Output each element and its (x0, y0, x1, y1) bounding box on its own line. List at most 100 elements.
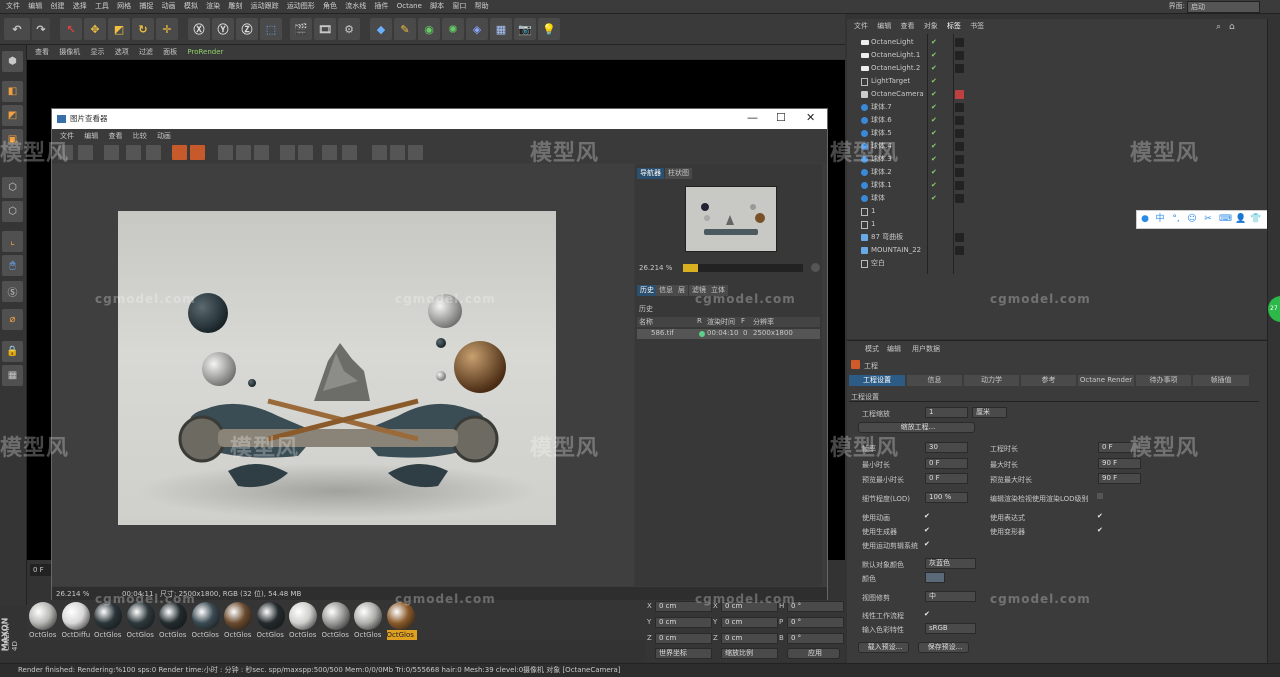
tag-icon[interactable] (955, 64, 964, 73)
home-icon[interactable]: ⌂ (1229, 22, 1235, 32)
object-row[interactable]: LightTarget ✔ (849, 75, 1259, 88)
transform-icon[interactable]: ✛ (156, 18, 178, 40)
linear-check-icon[interactable]: ✔ (924, 610, 930, 618)
am-menu-edit[interactable]: 编辑 (887, 344, 901, 354)
om-menu-file[interactable]: 文件 (854, 19, 868, 33)
object-row[interactable]: 球体.2 ✔ (849, 166, 1259, 179)
render-picture-viewer-icon[interactable]: 🎞 (314, 18, 336, 40)
default-color-select[interactable]: 灰蓝色 (925, 558, 976, 569)
swap-icon[interactable] (146, 145, 161, 160)
check-icon[interactable]: ✔ (931, 179, 937, 192)
render-region-icon[interactable] (190, 145, 205, 160)
ime-punct-icon[interactable]: °, (1171, 213, 1181, 225)
pv-menu-compare[interactable]: 比较 (133, 130, 147, 142)
tab-info[interactable]: 信息 (907, 375, 962, 386)
z-axis-icon[interactable]: Ⓩ (236, 18, 258, 40)
object-row[interactable]: 球体 ✔ (849, 192, 1259, 205)
check-icon[interactable]: ✔ (931, 153, 937, 166)
check-icon[interactable]: ✔ (931, 192, 937, 205)
nav-zoom-value[interactable]: 26.214 % (639, 264, 672, 272)
material-item[interactable]: OctDiffu (61, 602, 91, 640)
scale-input[interactable]: 1 (925, 407, 968, 418)
object-row[interactable]: 空白 (849, 257, 1259, 270)
size-select[interactable]: 缩放比例 (721, 648, 778, 659)
use-motion-check-icon[interactable]: ✔ (924, 540, 930, 548)
tab-reference[interactable]: 参考 (1021, 375, 1076, 386)
menu-edit[interactable]: 编辑 (28, 0, 42, 13)
menu-script[interactable]: 脚本 (430, 0, 444, 13)
ime-chinese-icon[interactable]: 中 (1155, 213, 1165, 225)
redo-icon[interactable]: ↷ (32, 18, 50, 40)
load-preset-button[interactable]: 载入预设... (858, 642, 909, 653)
object-row[interactable]: 87 弯曲板 (849, 231, 1259, 244)
render-lod-checkbox[interactable] (1097, 493, 1103, 499)
histogram-icon[interactable] (280, 145, 295, 160)
check-icon[interactable]: ✔ (931, 75, 937, 88)
tab-project-settings[interactable]: 工程设置 (849, 375, 905, 386)
layout-3-icon[interactable] (408, 145, 423, 160)
lut-icon[interactable] (322, 145, 337, 160)
material-item[interactable]: OctGlos (288, 602, 318, 640)
tag-icon[interactable] (955, 90, 964, 99)
check-icon[interactable]: ✔ (931, 88, 937, 101)
coord-system-icon[interactable]: ⬚ (260, 18, 282, 40)
layout-2-icon[interactable] (390, 145, 405, 160)
menu-character[interactable]: 角色 (323, 0, 337, 13)
zoom-icon[interactable] (236, 145, 251, 160)
tag-icon[interactable] (955, 142, 964, 151)
tab-frame-interp[interactable]: 帧插值 (1193, 375, 1249, 386)
lod-input[interactable]: 100 % (925, 492, 968, 503)
ime-skin-icon[interactable]: 👕 (1250, 213, 1261, 225)
tag-icon[interactable] (955, 116, 964, 125)
menu-motion-tracking[interactable]: 运动跟踪 (251, 0, 279, 13)
navigator-thumbnail[interactable] (685, 186, 777, 252)
texture-mode-icon[interactable]: ◩ (2, 105, 23, 126)
p-rotation-input[interactable]: 0 ° (787, 617, 844, 628)
object-row[interactable]: 球体.7 ✔ (849, 101, 1259, 114)
search-icon[interactable]: ⌕ (1216, 22, 1221, 32)
object-row[interactable]: OctaneLight.2 ✔ (849, 62, 1259, 75)
save-preset-button[interactable]: 保存预设... (918, 642, 969, 653)
cloner-icon[interactable]: ✺ (442, 18, 464, 40)
tag-icon[interactable] (955, 168, 964, 177)
tab-info[interactable]: 信息 (656, 285, 676, 296)
menu-mograph[interactable]: 运动图形 (287, 0, 315, 13)
view-clip-select[interactable]: 中 (925, 591, 976, 602)
check-icon[interactable]: ✔ (931, 49, 937, 62)
nav-zoom-reset-icon[interactable] (811, 263, 820, 272)
object-row[interactable]: 球体.6 ✔ (849, 114, 1259, 127)
x-axis-icon[interactable]: Ⓧ (188, 18, 210, 40)
model-mode-icon[interactable]: ◧ (2, 81, 23, 102)
menu-render[interactable]: 渲染 (206, 0, 220, 13)
am-menu-mode[interactable]: 模式 (865, 344, 879, 354)
filter-icon[interactable] (298, 145, 313, 160)
tag-icon[interactable] (955, 246, 964, 255)
menu-help[interactable]: 帮助 (475, 0, 489, 13)
check-icon[interactable]: ✔ (931, 127, 937, 140)
minimize-icon[interactable]: — (747, 111, 758, 124)
y-size-input[interactable]: 0 cm (721, 617, 778, 628)
layout-select[interactable]: 启动 (1187, 1, 1260, 13)
vp-menu-options[interactable]: 选项 (115, 45, 129, 59)
tab-history[interactable]: 历史 (637, 285, 657, 296)
vp-menu-filter[interactable]: 过滤 (139, 45, 153, 59)
b-rotation-input[interactable]: 0 ° (787, 633, 844, 644)
camera-icon[interactable]: 📷 (514, 18, 536, 40)
use-anim-check-icon[interactable]: ✔ (924, 512, 930, 520)
cube-icon[interactable]: ◆ (370, 18, 392, 40)
check-icon[interactable]: ✔ (931, 62, 937, 75)
tab-todo[interactable]: 待办事项 (1136, 375, 1191, 386)
maximize-icon[interactable]: ☐ (776, 111, 786, 124)
vp-menu-prorender[interactable]: ProRender (187, 45, 223, 59)
check-icon[interactable]: ✔ (931, 114, 937, 127)
color-icon[interactable] (342, 145, 357, 160)
tag-icon[interactable] (955, 38, 964, 47)
rotate-icon[interactable]: ↻ (132, 18, 154, 40)
menu-select[interactable]: 选择 (73, 0, 87, 13)
om-menu-edit[interactable]: 编辑 (877, 19, 891, 33)
render-view-icon[interactable]: 🎬 (290, 18, 312, 40)
layout-1-icon[interactable] (372, 145, 387, 160)
menu-sculpt[interactable]: 雕刻 (228, 0, 242, 13)
tab-navigator[interactable]: 导航器 (637, 168, 664, 179)
om-menu-tags[interactable]: 标签 (947, 19, 961, 33)
